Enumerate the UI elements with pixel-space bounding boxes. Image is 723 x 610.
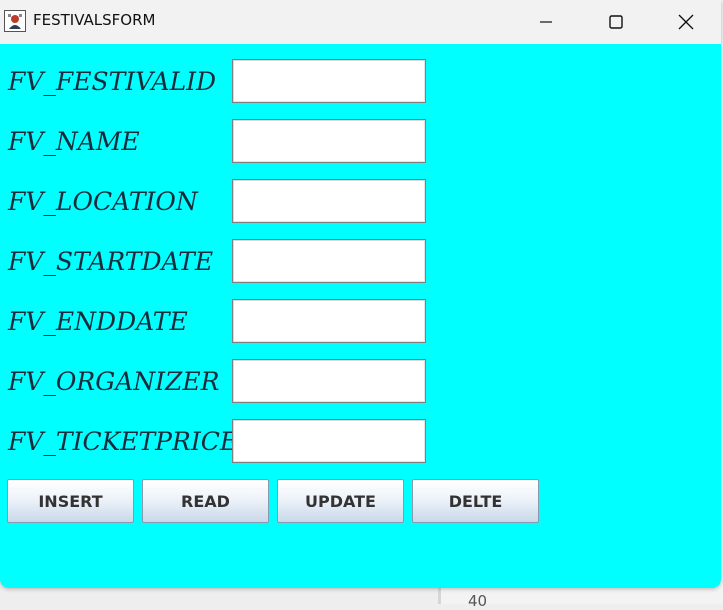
label-fv-name: FV_NAME — [8, 127, 140, 156]
minimize-button[interactable] — [511, 0, 581, 44]
fv-enddate-input[interactable] — [232, 299, 426, 343]
close-button[interactable] — [651, 0, 721, 44]
fv-location-input[interactable] — [232, 179, 426, 223]
festivals-form-window: FESTIVALSFORM FV_FESTIVALID FV_NAME FV_L… — [0, 0, 721, 588]
update-button[interactable]: UPDATE — [277, 479, 404, 523]
fv-ticketprice-input[interactable] — [232, 419, 426, 463]
label-fv-startdate: FV_STARTDATE — [8, 247, 214, 276]
label-fv-organizer: FV_ORGANIZER — [8, 367, 220, 396]
fv-festivalid-input[interactable] — [232, 59, 426, 103]
title-bar[interactable]: FESTIVALSFORM — [0, 0, 721, 44]
maximize-icon — [609, 15, 623, 29]
close-icon — [678, 14, 694, 30]
java-app-icon — [4, 10, 26, 32]
label-fv-location: FV_LOCATION — [8, 187, 198, 216]
read-button[interactable]: READ — [142, 479, 269, 523]
minimize-icon — [540, 21, 552, 23]
insert-button[interactable]: INSERT — [7, 479, 134, 523]
fv-organizer-input[interactable] — [232, 359, 426, 403]
delete-button[interactable]: DELTE — [412, 479, 539, 523]
label-fv-ticketprice: FV_TICKETPRICE — [8, 427, 239, 456]
background-partial-text: 40 — [468, 592, 488, 610]
fv-name-input[interactable] — [232, 119, 426, 163]
window-title: FESTIVALSFORM — [33, 11, 156, 29]
label-fv-festivalid: FV_FESTIVALID — [8, 67, 217, 96]
label-fv-enddate: FV_ENDDATE — [8, 307, 188, 336]
fv-startdate-input[interactable] — [232, 239, 426, 283]
maximize-button[interactable] — [581, 0, 651, 44]
